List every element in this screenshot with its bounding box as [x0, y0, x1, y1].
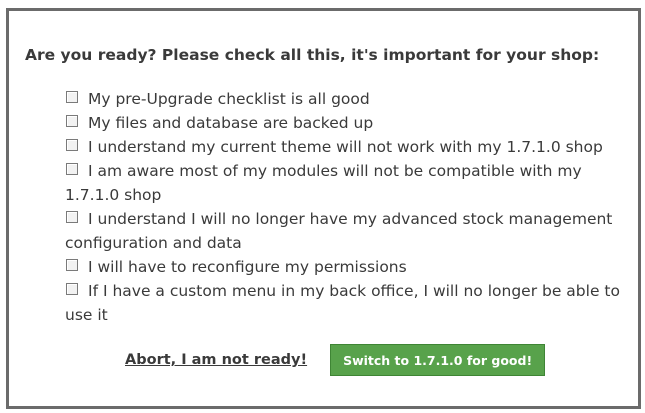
checklist-item-backup[interactable]: My files and database are backed up	[65, 111, 630, 135]
checklist-item-label: My pre-Upgrade checklist is all good	[88, 90, 370, 108]
switch-version-button[interactable]: Switch to 1.7.1.0 for good!	[330, 344, 546, 376]
checklist-item-label: I am aware most of my modules will not b…	[65, 162, 582, 204]
checklist-item-label: My files and database are backed up	[88, 114, 374, 132]
checklist-item-permissions[interactable]: I will have to reconfigure my permission…	[65, 255, 630, 279]
checkbox[interactable]	[66, 115, 78, 127]
checklist-item-label: I understand I will no longer have my ad…	[65, 210, 613, 252]
checklist-item-preupgrade[interactable]: My pre-Upgrade checklist is all good	[65, 87, 630, 111]
upgrade-confirmation-dialog: Are you ready? Please check all this, it…	[6, 8, 641, 409]
dialog-heading: Are you ready? Please check all this, it…	[25, 46, 600, 64]
checklist-item-modules[interactable]: I am aware most of my modules will not b…	[65, 159, 630, 207]
checklist-item-label: I understand my current theme will not w…	[88, 138, 603, 156]
checkbox[interactable]	[66, 259, 78, 271]
checklist-item-label: I will have to reconfigure my permission…	[88, 258, 407, 276]
upgrade-checklist: My pre-Upgrade checklist is all good My …	[65, 87, 630, 327]
checkbox[interactable]	[66, 91, 78, 103]
checkbox[interactable]	[66, 211, 78, 223]
abort-link[interactable]: Abort, I am not ready!	[125, 352, 307, 368]
checklist-item-label: If I have a custom menu in my back offic…	[65, 282, 620, 324]
checkbox[interactable]	[66, 163, 78, 175]
checklist-item-custom-menu[interactable]: If I have a custom menu in my back offic…	[65, 279, 630, 327]
dialog-actions: Abort, I am not ready! Switch to 1.7.1.0…	[125, 344, 546, 376]
checklist-item-stock[interactable]: I understand I will no longer have my ad…	[65, 207, 630, 255]
checkbox[interactable]	[66, 283, 78, 295]
checkbox[interactable]	[66, 139, 78, 151]
checklist-item-theme[interactable]: I understand my current theme will not w…	[65, 135, 630, 159]
